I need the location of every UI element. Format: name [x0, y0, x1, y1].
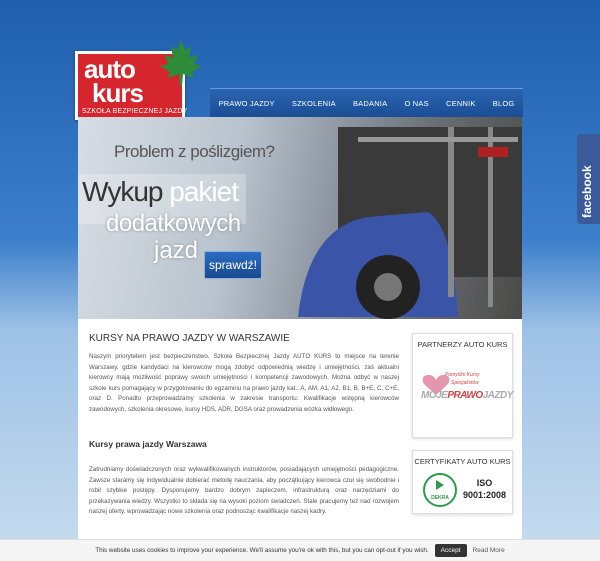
accept-button[interactable]: Accept: [434, 544, 467, 557]
cookie-bar: This website uses cookies to improve you…: [0, 539, 600, 561]
page-title: KURSY NA PRAWO JAZDY W WARSZAWIE: [89, 333, 290, 344]
partner-logo[interactable]: Pomyślni Kursy Specjalistów MOJEPRAWOJAZ…: [421, 368, 513, 418]
facebook-tab[interactable]: facebook: [577, 134, 600, 224]
check-button[interactable]: sprawdź!: [204, 251, 262, 279]
content-area: KURSY NA PRAWO JAZDY W WARSZAWIE Naszym …: [78, 319, 522, 560]
section-subtitle: Kursy prawa jazdy Warszawa: [89, 439, 207, 449]
rally-car-image: [298, 127, 522, 319]
partner-line3-a: MOJE: [421, 390, 448, 401]
partner-line1: Pomyślni Kursy: [445, 372, 480, 378]
nav-item-cennik[interactable]: CENNIK: [446, 99, 476, 108]
partners-box: PARTNERZY AUTO KURS Pomyślni Kursy Specj…: [412, 333, 513, 438]
maple-leaf-icon: [160, 40, 202, 86]
nav-item-blog[interactable]: BLOG: [493, 99, 515, 108]
hero-line2: Wykup pakiet: [82, 176, 239, 208]
hero-line3: dodatkowych: [106, 210, 241, 237]
partners-title: PARTNERZY AUTO KURS: [417, 340, 508, 349]
dekra-mark-icon: [436, 480, 444, 490]
second-paragraph: Zatrudniamy doświadczonych oraz wykwalif…: [89, 466, 399, 516]
logo-word-kurs: kurs: [92, 78, 144, 108]
iso-label: ISO: [476, 478, 493, 488]
cookie-text: This website uses cookies to improve you…: [95, 547, 429, 554]
iso-number: 9001:2008: [463, 490, 507, 500]
hero-line4: jazd: [154, 237, 199, 264]
hero-line2-b: pakiet: [169, 176, 239, 207]
partner-line3-c: JAZDY: [482, 390, 514, 401]
iso-badge: ISO 9001:2008: [463, 477, 506, 501]
certificates-box: CERTYFIKATY AUTO KURS DEKRA ISO 9001:200…: [412, 450, 513, 514]
dekra-label: DEKRA: [431, 495, 449, 501]
facebook-label: facebook: [580, 165, 594, 218]
certificates-title: CERTYFIKATY AUTO KURS: [414, 457, 511, 466]
nav-item-prawo-jazdy[interactable]: PRAWO JAZDY: [219, 99, 275, 108]
main-nav: PRAWO JAZDY SZKOLENIA BADANIA O NAS CENN…: [210, 88, 523, 117]
nav-item-o-nas[interactable]: O NAS: [404, 99, 428, 108]
logo-tagline: SZKOŁA BEZPIECZNEJ JAZDY: [82, 108, 188, 115]
nav-item-szkolenia[interactable]: SZKOLENIA: [292, 99, 336, 108]
nav-item-badania[interactable]: BADANIA: [353, 99, 387, 108]
partner-line3-b: PRAWO: [447, 390, 483, 401]
hero-line2-a: Wykup: [82, 176, 163, 207]
dekra-logo: DEKRA: [423, 473, 457, 507]
intro-paragraph: Naszym priorytetem jest bezpieczeństwo. …: [89, 353, 399, 413]
partner-line3: MOJEPRAWOJAZDY: [421, 390, 513, 401]
hero-banner: Problem z poślizgiem? Wykup pakiet dodat…: [78, 117, 522, 319]
read-more-link[interactable]: Read More: [473, 547, 505, 554]
partner-line2: Specjalistów: [451, 380, 479, 386]
hero-question: Problem z poślizgiem?: [114, 142, 275, 161]
